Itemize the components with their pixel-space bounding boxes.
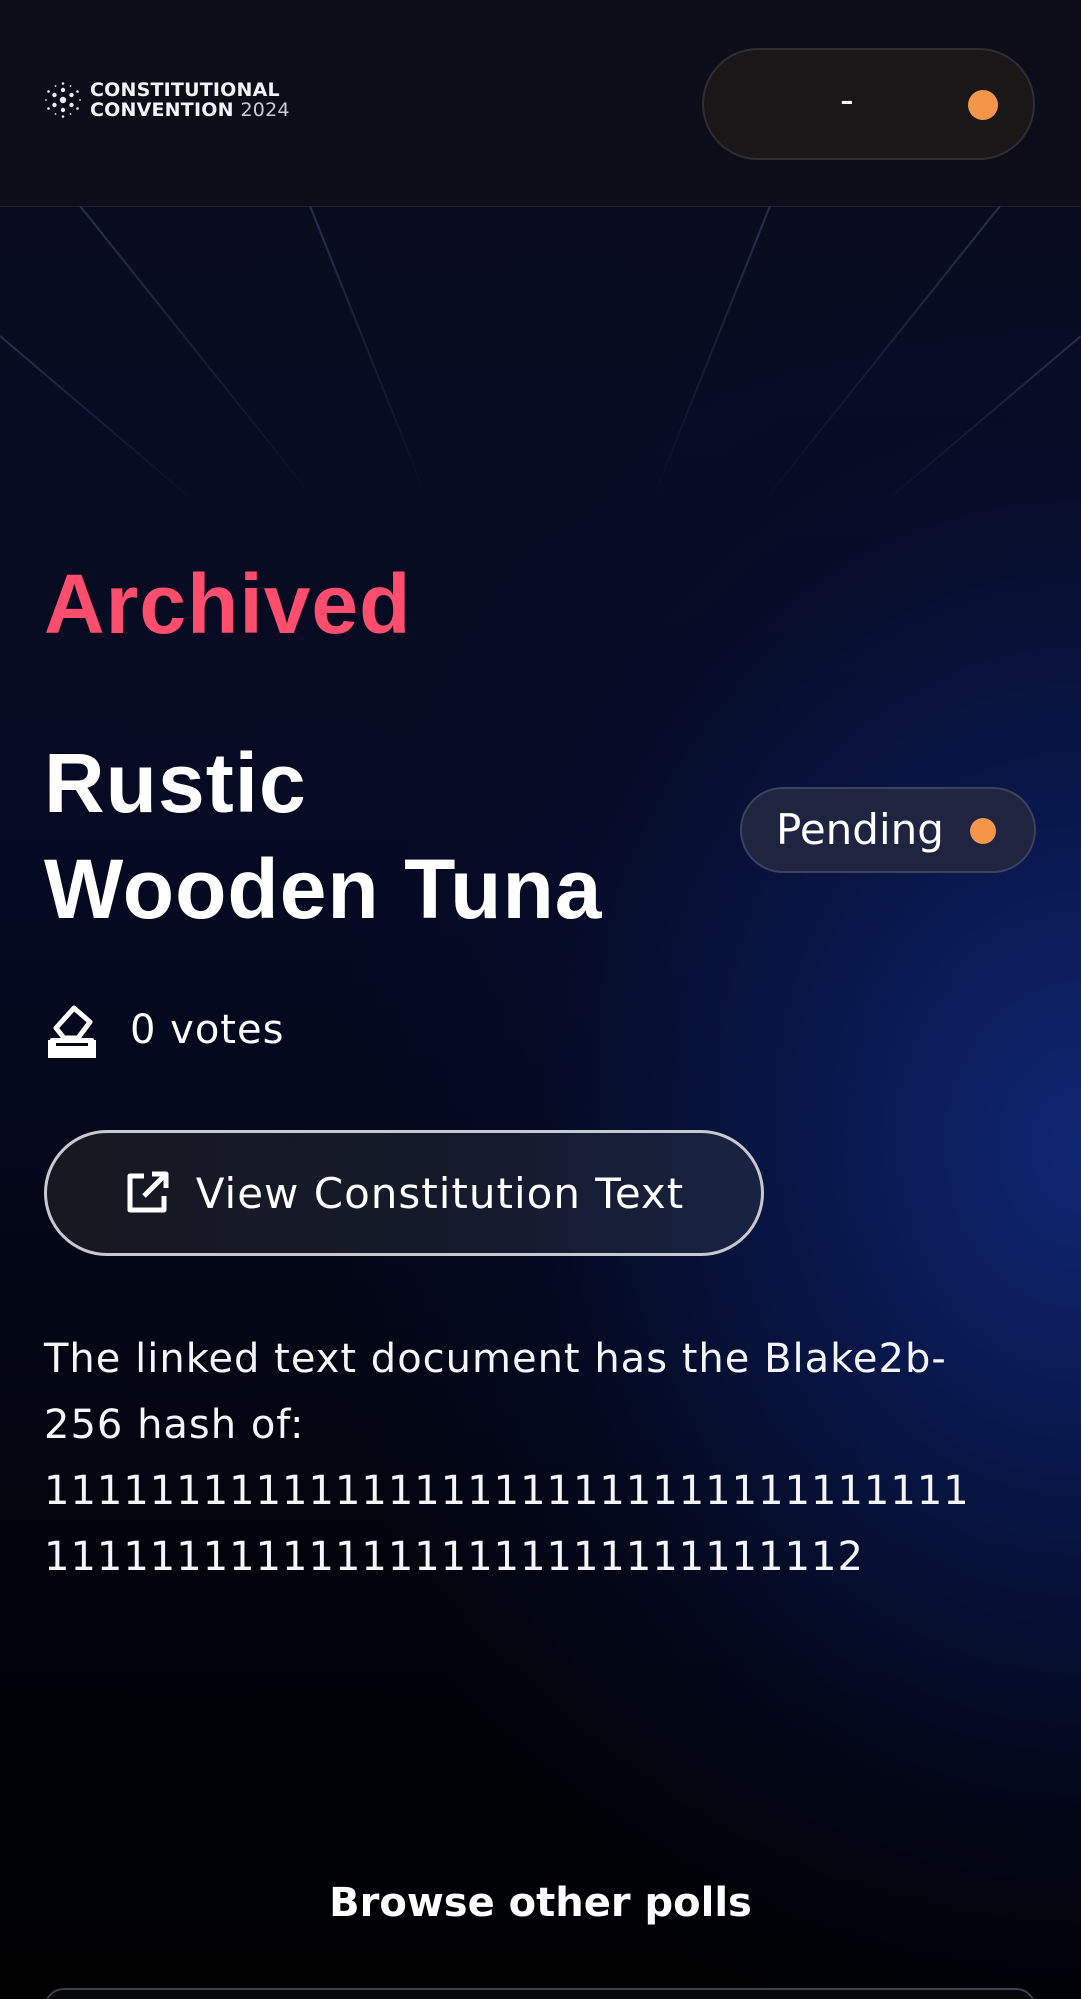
poll-title-line-1: Rustic [44,736,307,830]
pending-status-dot [970,818,996,844]
ballot-box-icon [48,1005,96,1058]
poll-status-heading: Archived [44,557,412,651]
view-constitution-label: View Constitution Text [195,1168,685,1218]
hash-value-line-1: 11111111111111111111111111111111111 [44,1468,970,1514]
hash-value-line-2: 1111111111111111111111111111112 [44,1534,864,1580]
poll-title: Rustic Wooden Tuna [44,730,684,942]
browse-other-polls-heading: Browse other polls [329,1880,752,1926]
app-header: CONSTITUTIONAL CONVENTION 2024 - [0,0,1081,207]
hash-text-line-1: The linked text document has the Blake2b… [44,1336,947,1382]
logo-text: CONSTITUTIONAL CONVENTION 2024 [90,80,290,120]
poll-page: CONSTITUTIONAL CONVENTION 2024 - Archive… [0,0,1081,1999]
document-hash-text: The linked text document has the Blake2b… [44,1326,1044,1590]
logo-line-2: CONVENTION 2024 [90,99,290,121]
pending-status-badge: Pending [740,787,1036,873]
view-constitution-button[interactable]: View Constitution Text [44,1130,764,1256]
logo-line-1: CONSTITUTIONAL [90,79,280,101]
poll-card[interactable] [44,1988,1036,1999]
vote-count: 0 votes [44,1000,284,1060]
pending-status-label: Pending [776,805,944,854]
wallet-status-dot [968,90,998,120]
external-link-icon [127,1171,169,1213]
wallet-button[interactable]: - [702,48,1035,160]
logo[interactable]: CONSTITUTIONAL CONVENTION 2024 [44,80,290,120]
wallet-value: - [840,78,854,122]
logo-year: 2024 [240,99,290,121]
cardano-logo-icon [45,82,81,118]
poll-title-line-2: Wooden Tuna [44,842,603,936]
perspective-grid-decoration [0,206,1081,506]
hash-text-line-2: 256 hash of: [44,1402,305,1448]
vote-count-label: 0 votes [130,1007,285,1053]
